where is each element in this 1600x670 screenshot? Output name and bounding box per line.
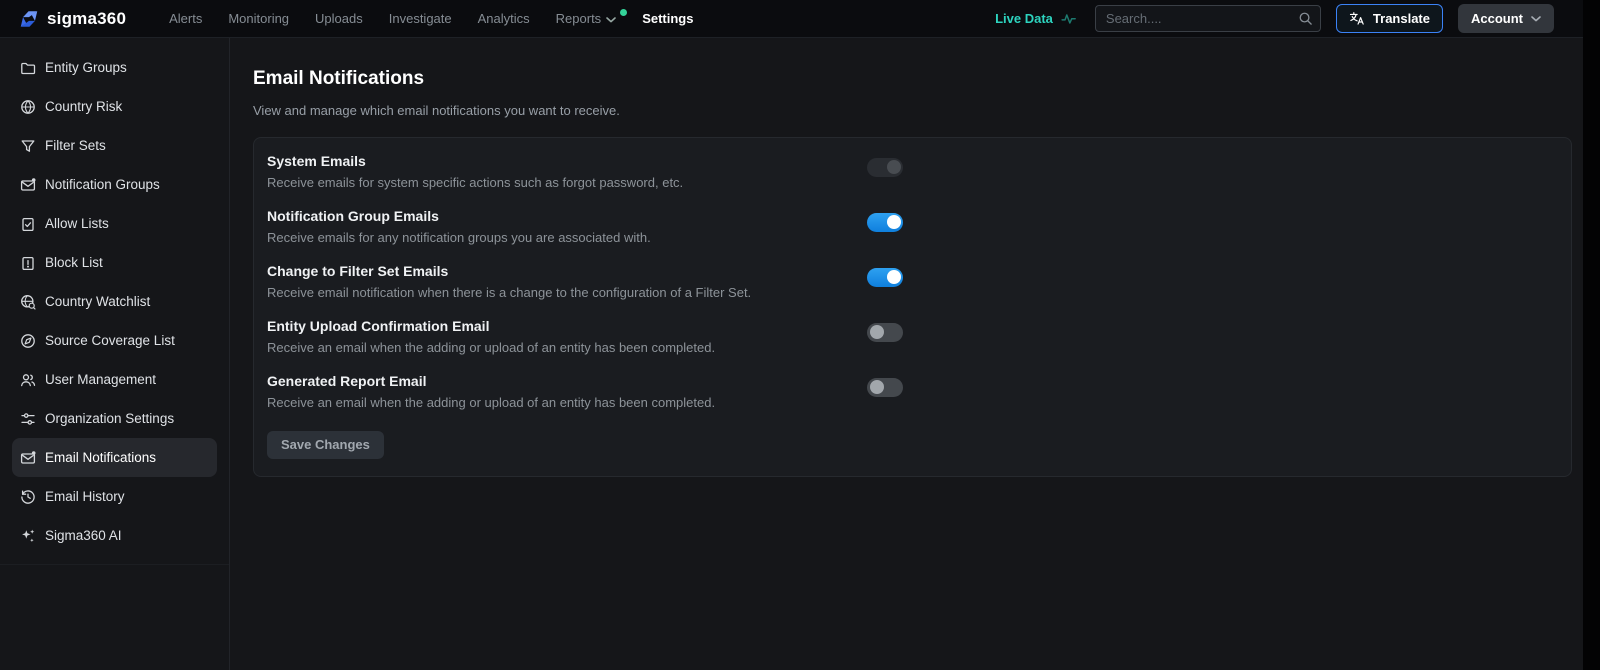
translate-label: Translate	[1373, 11, 1430, 26]
nav-item-settings[interactable]: Settings	[629, 0, 706, 38]
chevron-down-icon	[606, 17, 616, 23]
sparkles-icon	[20, 528, 36, 544]
setting-row-entity-upload-confirmation-email: Entity Upload Confirmation Email Receive…	[267, 318, 1555, 373]
sidebar-item-source-coverage-list[interactable]: Source Coverage List	[12, 321, 217, 360]
sidebar-item-block-list[interactable]: Block List	[12, 243, 217, 282]
setting-row-change-to-filter-set-emails: Change to Filter Set Emails Receive emai…	[267, 263, 1555, 318]
system-emails-toggle[interactable]	[867, 158, 903, 177]
change-to-filter-set-emails-toggle[interactable]	[867, 268, 903, 287]
sidebar-item-allow-lists[interactable]: Allow Lists	[12, 204, 217, 243]
setting-row-notification-group-emails: Notification Group Emails Receive emails…	[267, 208, 1555, 263]
global-search	[1095, 5, 1321, 32]
mail-notification-icon	[20, 177, 36, 193]
setting-row-generated-report-email: Generated Report Email Receive an email …	[267, 373, 1555, 428]
sigma360-logo-icon	[18, 8, 40, 30]
sidebar-item-notification-groups[interactable]: Notification Groups	[12, 165, 217, 204]
brand-name: sigma360	[47, 9, 126, 29]
clipboard-alert-icon	[20, 255, 36, 271]
nav-item-analytics[interactable]: Analytics	[465, 0, 543, 38]
filter-icon	[20, 138, 36, 154]
nav-item-monitoring[interactable]: Monitoring	[215, 0, 302, 38]
mail-notification-icon	[20, 450, 36, 466]
toggle-knob	[887, 160, 901, 174]
settings-list: System Emails Receive emails for system …	[267, 153, 1555, 428]
nav-item-alerts[interactable]: Alerts	[156, 0, 215, 38]
top-navigation-bar: sigma360 Alerts Monitoring Uploads Inves…	[0, 0, 1600, 38]
sidebar-item-organization-settings[interactable]: Organization Settings	[12, 399, 217, 438]
nav-item-reports[interactable]: Reports	[543, 0, 630, 38]
live-data-indicator: Live Data	[995, 11, 1080, 26]
sliders-icon	[20, 411, 36, 427]
search-icon[interactable]	[1298, 11, 1313, 26]
page-subtitle: View and manage which email notification…	[253, 103, 1572, 118]
globe-icon	[20, 99, 36, 115]
entity-upload-confirmation-email-toggle[interactable]	[867, 323, 903, 342]
right-scrollbar-gutter	[1583, 0, 1600, 670]
users-icon	[20, 372, 36, 388]
sidebar-item-sigma360-ai[interactable]: Sigma360 AI	[12, 516, 217, 555]
toggle-knob	[870, 325, 884, 339]
main-content: Email Notifications View and manage whic…	[230, 38, 1600, 670]
clipboard-check-icon	[20, 216, 36, 232]
compass-icon	[20, 333, 36, 349]
live-badge-dot	[620, 9, 627, 16]
nav-item-investigate[interactable]: Investigate	[376, 0, 465, 38]
nav-item-uploads[interactable]: Uploads	[302, 0, 376, 38]
folder-icon	[20, 60, 36, 76]
translate-icon	[1349, 11, 1366, 26]
sidebar-item-entity-groups[interactable]: Entity Groups	[12, 48, 217, 87]
sidebar-item-country-risk[interactable]: Country Risk	[12, 87, 217, 126]
generated-report-email-toggle[interactable]	[867, 378, 903, 397]
search-input[interactable]	[1095, 5, 1321, 32]
notification-group-emails-toggle[interactable]	[867, 213, 903, 232]
live-data-label: Live Data	[995, 11, 1053, 26]
account-label: Account	[1471, 11, 1523, 26]
sidebar-item-email-history[interactable]: Email History	[12, 477, 217, 516]
brand-logo[interactable]: sigma360	[18, 8, 126, 30]
sidebar-item-email-notifications[interactable]: Email Notifications	[12, 438, 217, 477]
email-notification-settings-panel: System Emails Receive emails for system …	[253, 137, 1572, 477]
settings-sidebar: Entity Groups Country Risk Filter Sets N…	[0, 38, 230, 670]
translate-button[interactable]: Translate	[1336, 4, 1443, 33]
topbar-right-controls: Live Data Translate Account	[995, 4, 1600, 33]
primary-nav: Alerts Monitoring Uploads Investigate An…	[156, 0, 706, 38]
sidebar-item-user-management[interactable]: User Management	[12, 360, 217, 399]
setting-row-system-emails: System Emails Receive emails for system …	[267, 153, 1555, 208]
toggle-knob	[887, 270, 901, 284]
chevron-down-icon	[1531, 16, 1541, 22]
sidebar-item-filter-sets[interactable]: Filter Sets	[12, 126, 217, 165]
sidebar-item-country-watchlist[interactable]: Country Watchlist	[12, 282, 217, 321]
page-title: Email Notifications	[253, 68, 1572, 90]
toggle-knob	[870, 380, 884, 394]
account-button[interactable]: Account	[1458, 4, 1554, 33]
settings-nav-list: Entity Groups Country Risk Filter Sets N…	[0, 38, 229, 565]
toggle-knob	[887, 215, 901, 229]
history-icon	[20, 489, 36, 505]
globe-search-icon	[20, 294, 36, 310]
activity-icon	[1061, 12, 1080, 25]
save-changes-button[interactable]: Save Changes	[267, 431, 384, 459]
